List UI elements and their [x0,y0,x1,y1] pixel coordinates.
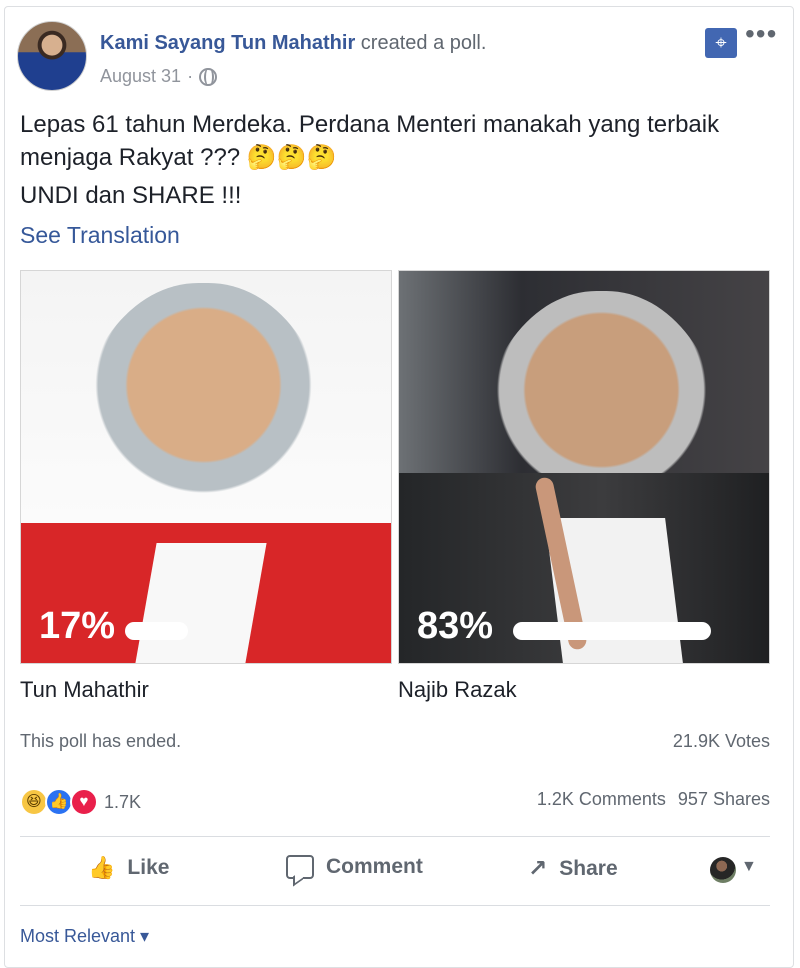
action-divider-bottom [20,905,770,906]
thinking-face-icons: 🤔🤔🤔 [246,144,337,171]
share-count[interactable]: 957 Shares [678,789,770,810]
poll-option-image-tun-mahathir[interactable]: 17% [20,270,392,664]
like-label: Like [127,856,170,879]
post-meta: August 31 · [100,66,218,87]
haha-reaction-icon: 😆 [20,788,48,816]
reaction-count[interactable]: 1.7K [104,792,141,813]
poll-option-label-tun-mahathir[interactable]: Tun Mahathir [20,677,149,703]
date-separator: · [187,66,194,86]
poll-percentage: 17% [39,605,116,647]
page-avatar[interactable] [17,21,87,91]
poll-result-bar [513,622,711,640]
post-text-line-1: Lepas 61 tahun Merdeka. Perdana Menteri … [20,111,720,138]
share-label: Share [559,856,618,880]
comment-button[interactable]: Comment [286,855,423,879]
post-text-line-2: menjaga Rakyat ??? [20,144,241,171]
poll-option-image-najib-razak[interactable]: 83% [398,270,770,664]
like-reaction-icon: 👍 [45,788,73,816]
comment-sort-dropdown[interactable]: Most Relevant ▾ [20,926,149,947]
like-icon: 👍 [88,855,116,880]
love-reaction-icon: ♥ [70,788,98,816]
white-collar-shape [135,543,267,663]
poll-percentage: 83% [417,605,494,647]
post-call-to-action: UNDI dan SHARE !!! [20,182,242,209]
page-author-link[interactable]: Kami Sayang Tun Mahathir [100,32,355,54]
like-button[interactable]: 👍 Like [88,855,169,881]
post-message: Lepas 61 tahun Merdeka. Perdana Menteri … [20,108,770,174]
see-translation-link[interactable]: See Translation [20,222,180,249]
comment-count[interactable]: 1.2K Comments [537,789,666,810]
poll-ended-status: This poll has ended. [20,731,182,751]
post-date[interactable]: August 31 [100,66,181,87]
pin-icon[interactable]: ⌖ [705,28,737,58]
post-stats: 1.2K Comments 957 Shares [537,789,770,810]
action-divider-top [20,836,770,837]
globe-icon[interactable] [199,67,218,86]
poll-vote-count[interactable]: 21.9K Votes [673,731,770,752]
comment-label: Comment [326,855,423,878]
poll-option-label-najib-razak[interactable]: Najib Razak [398,677,517,703]
post-header: Kami Sayang Tun Mahathir created a poll. [100,32,486,55]
viewer-avatar[interactable] [710,857,736,883]
poll-result-bar [125,622,188,640]
comment-icon [286,855,314,879]
post-action-text: created a poll. [360,32,487,54]
chevron-down-icon[interactable]: ▼ [741,858,757,876]
share-icon: ↗ [528,855,548,881]
post-text-line-2-container: menjaga Rakyat ??? 🤔🤔🤔 [20,141,770,174]
share-button[interactable]: ↗ Share [528,855,618,882]
reaction-summary[interactable]: 😆 👍 ♥ 1.7K [20,788,141,816]
more-icon[interactable]: ••• [745,20,777,48]
